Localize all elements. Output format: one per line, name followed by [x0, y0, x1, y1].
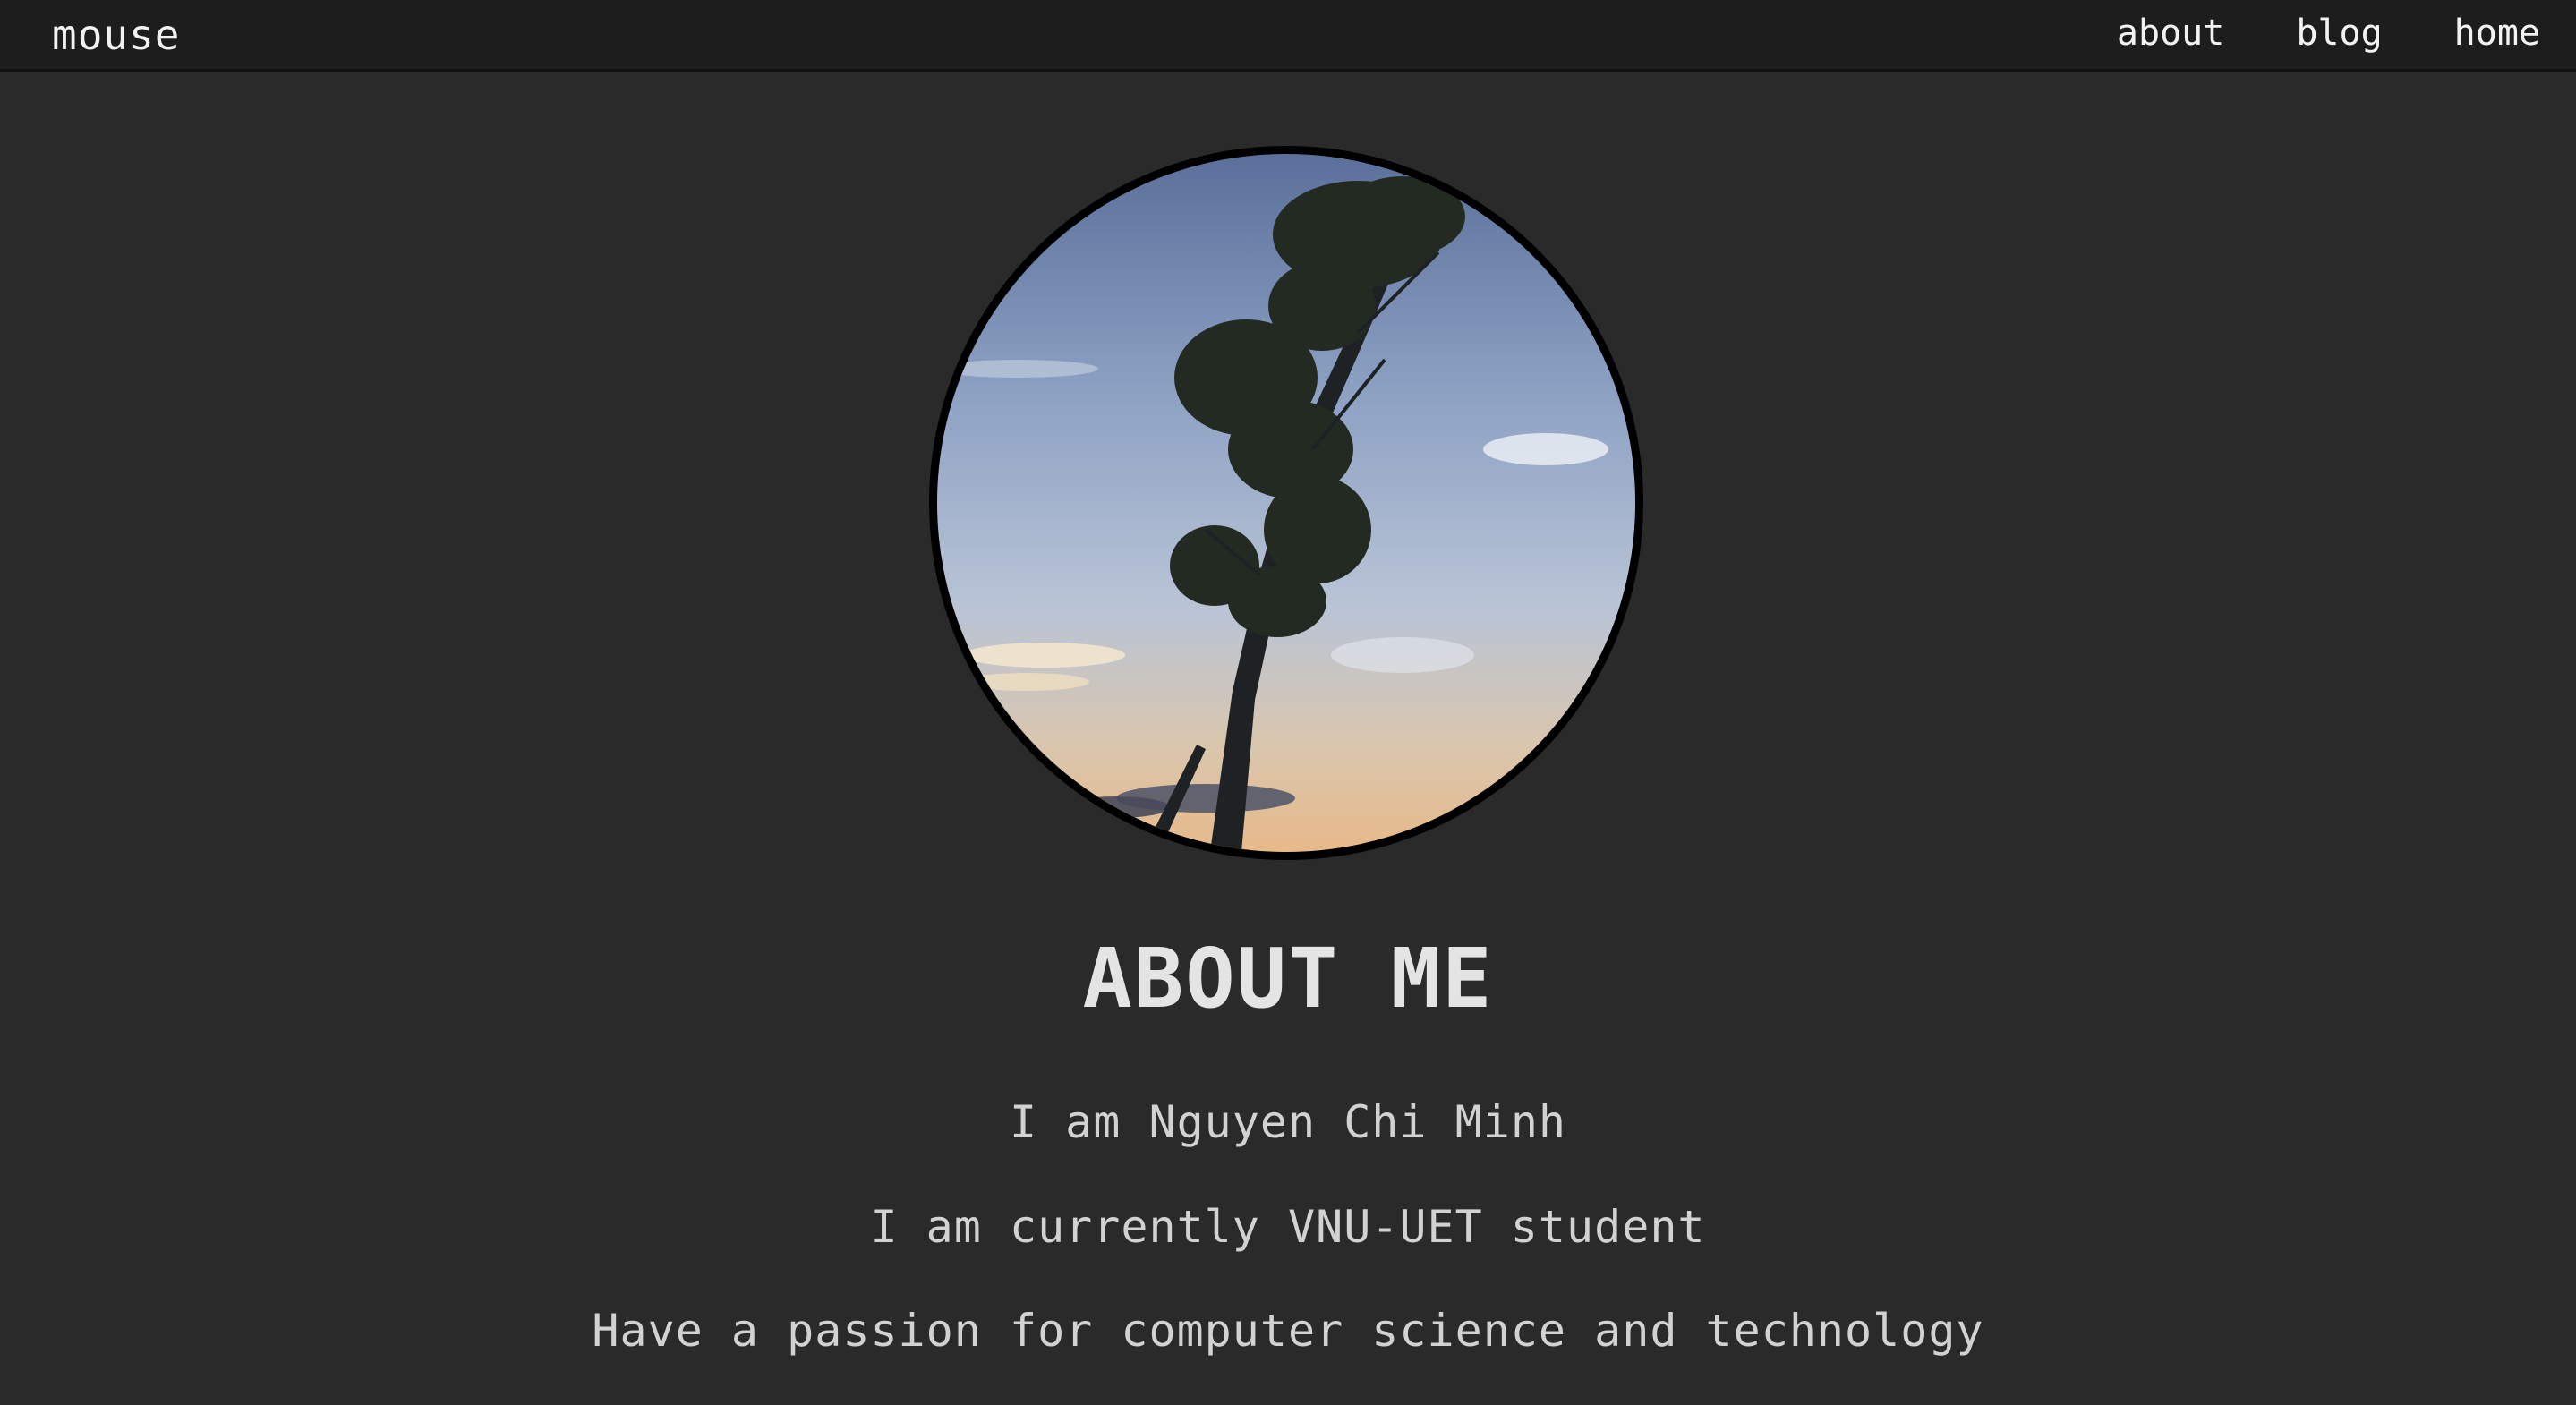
top-navbar: mouse about blog home: [0, 0, 2576, 72]
about-line-name: I am Nguyen Chi Minh: [1009, 1096, 1567, 1148]
about-line-passion: Have a passion for computer science and …: [592, 1305, 1984, 1357]
profile-photo-image: [937, 154, 1635, 852]
nav-link-about[interactable]: about: [2117, 13, 2224, 54]
about-line-school: I am currently VNU-UET student: [870, 1201, 1706, 1253]
nav-links: about blog home: [2117, 13, 2540, 54]
nav-link-home[interactable]: home: [2454, 13, 2540, 54]
about-me-heading: ABOUT ME: [1082, 931, 1494, 1026]
nav-link-blog[interactable]: blog: [2296, 13, 2382, 54]
profile-photo: [929, 146, 1643, 860]
brand-logo-link[interactable]: mouse: [52, 11, 180, 59]
